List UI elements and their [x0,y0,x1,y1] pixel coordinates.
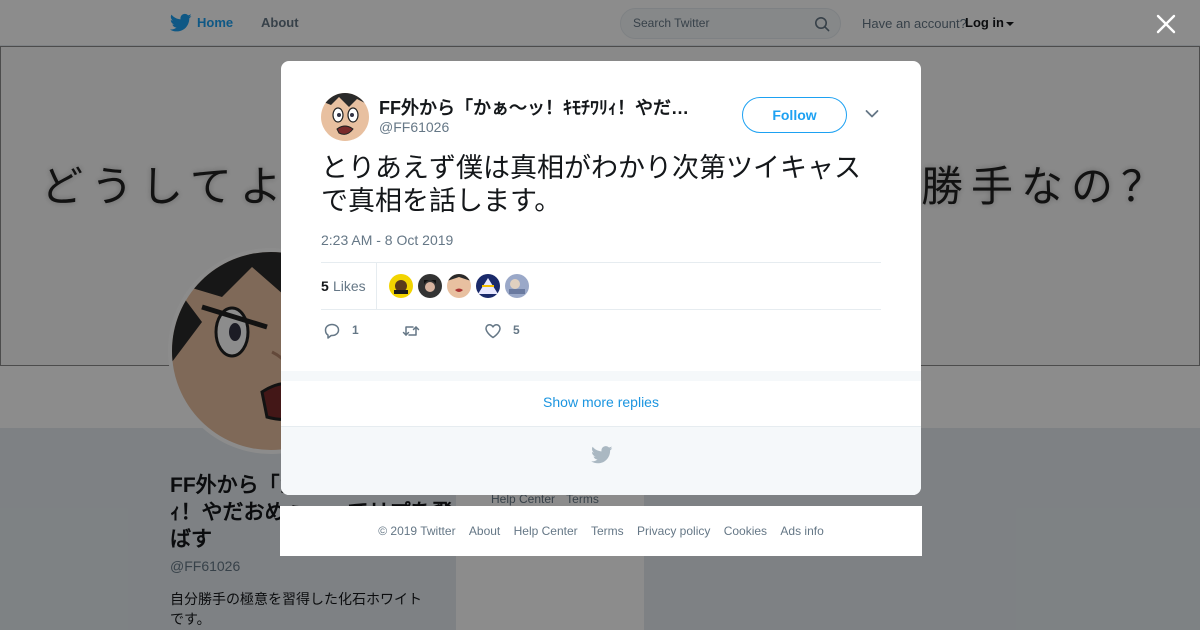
tweet-timestamp[interactable]: 2:23 AM - 8 Oct 2019 [321,232,453,248]
page-footer: © 2019 Twitter About Help Center Terms P… [280,506,922,556]
footer-copyright: © 2019 Twitter [378,524,456,538]
tweet-modal: FF外から「かぁ〜ッ！ｷﾓﾁﾜﾘｨ！やだおめぇ」ってリプを飛ばす @FF6102… [281,61,921,495]
liker-avatar[interactable] [476,274,500,298]
tweet-author-name[interactable]: FF外から「かぁ〜ッ！ｷﾓﾁﾜﾘｨ！やだおめぇ」ってリプを飛ばす [379,94,699,120]
heart-icon [485,324,501,339]
chevron-down-icon[interactable] [865,109,879,119]
tweet-stats: 5 Likes [321,262,881,310]
footer-link-terms[interactable]: Terms [591,524,624,538]
retweet-icon [402,326,420,336]
footer-link-cookies[interactable]: Cookies [724,524,767,538]
likes-label[interactable]: Likes [333,278,366,294]
footer-link-about[interactable]: About [469,524,500,538]
liker-avatar[interactable] [505,274,529,298]
footer-link-help-center[interactable]: Help Center [514,524,578,538]
section-divider [281,371,921,381]
modal-footer [281,427,921,495]
liker-avatar[interactable] [447,274,471,298]
close-icon[interactable] [1155,13,1177,35]
avatar-illustration [321,93,369,141]
stats-divider [376,263,377,309]
footer-link-privacy[interactable]: Privacy policy [637,524,710,538]
like-count: 5 [513,323,520,337]
tweet-author-handle[interactable]: @FF61026 [379,119,449,135]
tweet-author-avatar[interactable] [321,93,369,141]
footer-link-ads-info[interactable]: Ads info [780,524,823,538]
likes-count[interactable]: 5 [321,278,329,294]
reply-icon [324,323,340,339]
liker-avatar[interactable] [389,274,413,298]
reply-count: 1 [352,323,359,337]
tweet-text: とりあえず僕は真相がわかり次第ツイキャスで真相を話します。 [321,153,861,217]
follow-button[interactable]: Follow [742,97,847,133]
twitter-bird-icon [591,446,613,464]
show-more-replies-link[interactable]: Show more replies [281,381,921,427]
liker-avatar[interactable] [418,274,442,298]
